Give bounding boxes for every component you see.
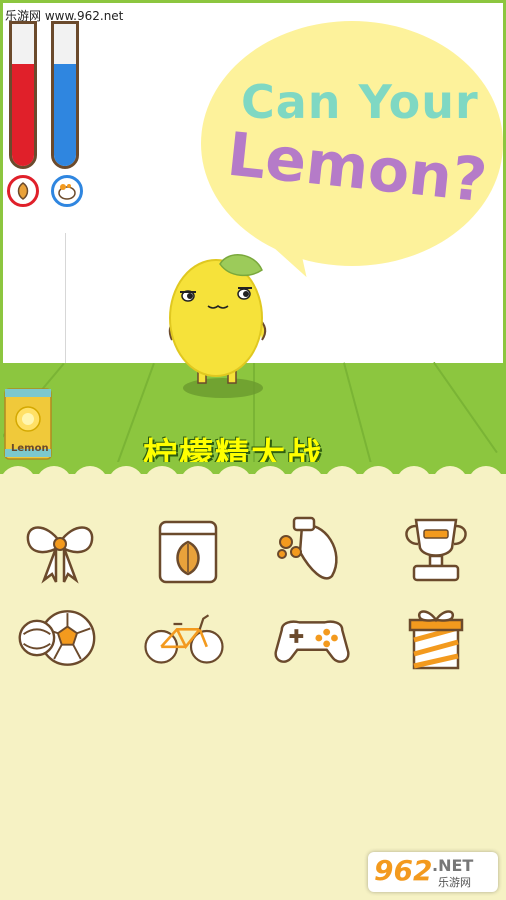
game-item-button[interactable] xyxy=(270,596,354,680)
gamepad-icon xyxy=(274,620,350,663)
can-label: Lemon xyxy=(11,443,49,454)
seed-icon[interactable] xyxy=(7,175,39,207)
wall-corner-line xyxy=(65,233,66,363)
scalloped-border xyxy=(0,462,506,492)
gift-icon xyxy=(408,610,464,670)
bow-item-button[interactable] xyxy=(18,508,102,592)
gift-item-button[interactable] xyxy=(394,596,478,680)
soap-bottle-icon xyxy=(277,516,338,580)
food-bag-icon xyxy=(158,520,218,584)
bicycle-icon xyxy=(144,614,224,664)
balls-icon xyxy=(18,610,96,666)
food-item-button[interactable] xyxy=(146,508,230,592)
logo-net: .NET xyxy=(432,856,474,875)
trophy-item-button[interactable] xyxy=(394,508,478,592)
hunger-meter xyxy=(9,21,37,169)
cleanliness-meter-fill xyxy=(54,63,76,166)
hunger-meter-fill xyxy=(12,63,34,166)
soap-icon[interactable] xyxy=(51,175,83,207)
site-logo: 962 .NET 乐游网 xyxy=(368,852,498,892)
logo-number: 962 xyxy=(374,854,433,887)
logo-cn: 乐游网 xyxy=(438,876,471,889)
lemon-character[interactable] xyxy=(158,248,278,388)
speech-line-1: Can Your xyxy=(241,75,479,129)
bike-item-button[interactable] xyxy=(142,596,226,680)
cleanliness-meter xyxy=(51,21,79,169)
bow-icon xyxy=(26,526,94,584)
game-scene: 乐游网 www.962.net Can Your Lemon? 柠檬精大战 Le… xyxy=(0,0,506,470)
balls-item-button[interactable] xyxy=(14,596,98,680)
trophy-icon xyxy=(405,518,467,582)
soap-item-button[interactable] xyxy=(270,508,354,592)
